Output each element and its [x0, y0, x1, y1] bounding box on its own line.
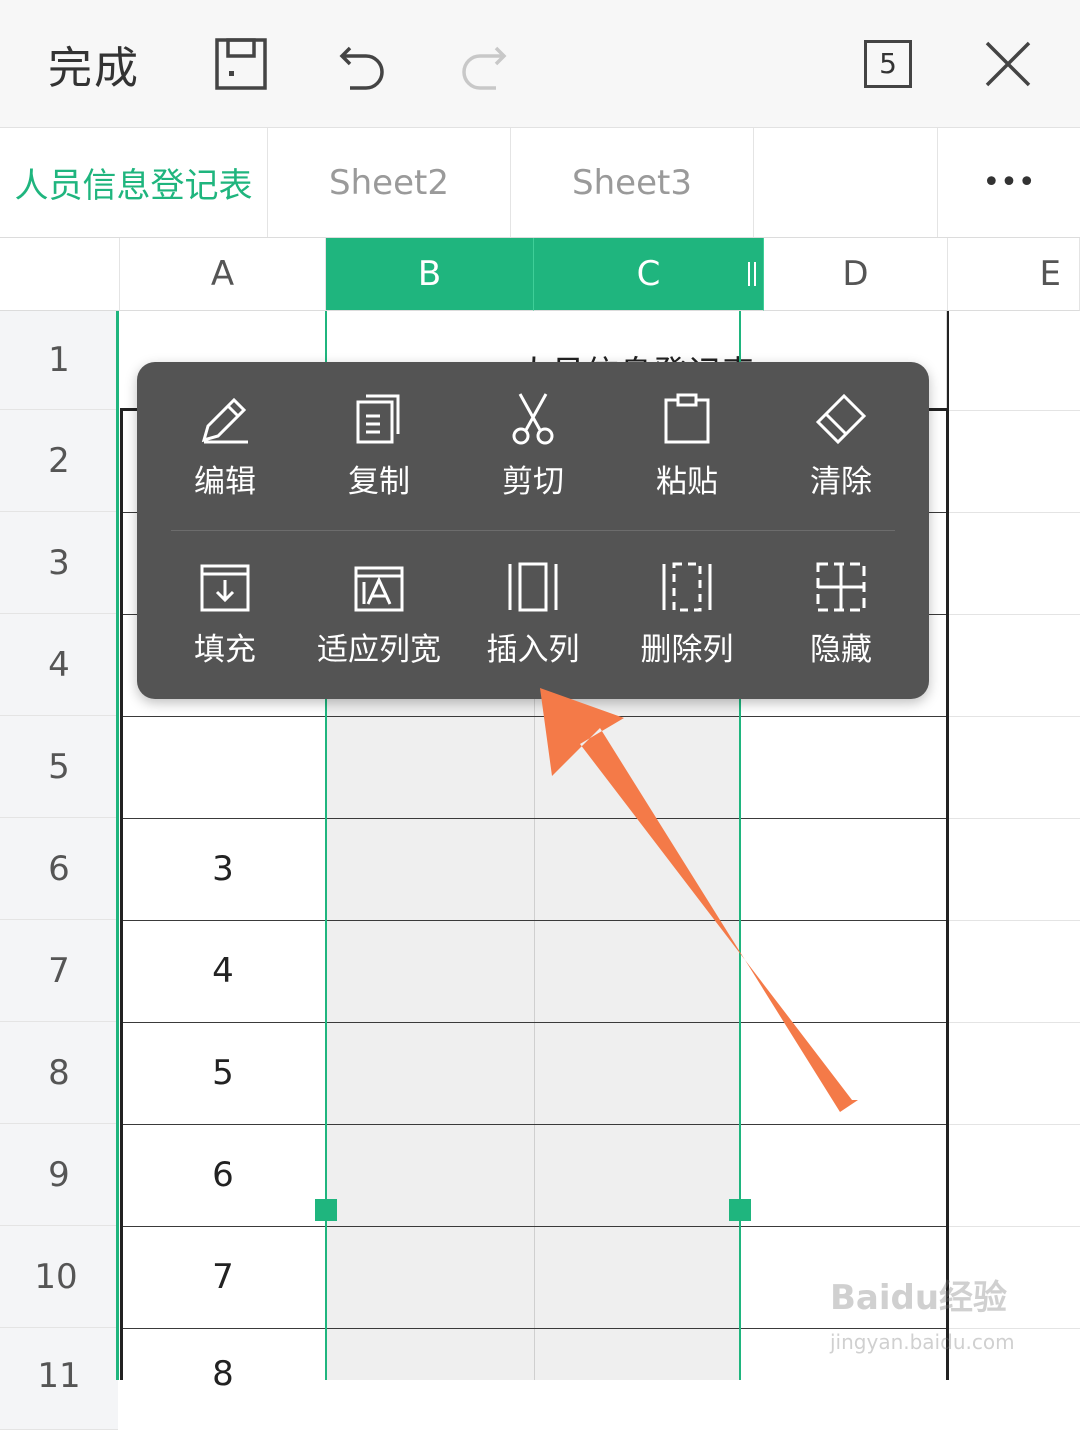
watermark-logo: Baidu经验 [830, 1278, 1008, 1318]
watermark-url: jingyan.baidu.com [830, 1330, 1015, 1354]
annotation-arrow [540, 688, 858, 1112]
